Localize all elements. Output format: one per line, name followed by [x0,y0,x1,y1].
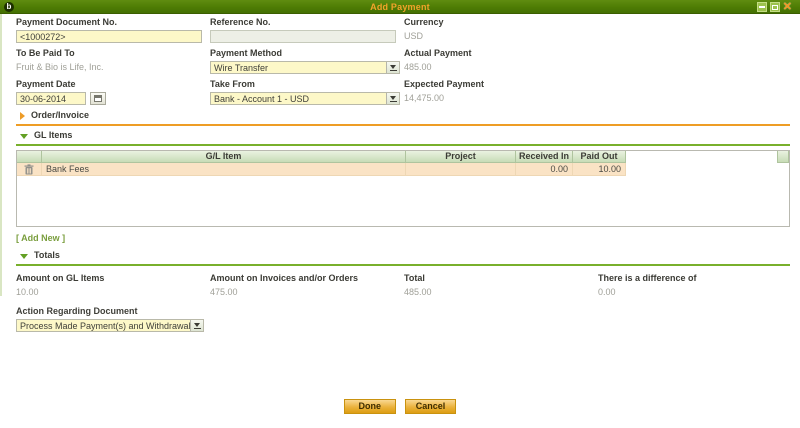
actual-payment-label: Actual Payment [404,48,598,58]
minimize-icon[interactable] [757,2,767,12]
col-header-gl-item[interactable]: G/L Item [42,151,406,163]
field-action-regarding-document: Action Regarding Document Process Made P… [16,306,790,332]
totals-row: Amount on GL Items 10.00 Amount on Invoi… [16,273,790,297]
difference-label: There is a difference of [598,273,790,283]
trash-icon[interactable] [24,164,34,175]
gl-table-empty-area [17,176,789,226]
section-divider [16,124,790,126]
calendar-icon[interactable] [90,92,106,105]
add-new-link[interactable]: [ Add New ] [16,233,65,243]
payment-document-no-input[interactable] [16,30,202,43]
field-reference-no: Reference No. [210,17,404,43]
amount-gl-items-value: 10.00 [16,287,210,297]
amount-invoices-label: Amount on Invoices and/or Orders [210,273,404,283]
collapse-icon [20,134,28,139]
cell-received-in: 0.00 [516,163,573,176]
actual-payment-value: 485.00 [404,62,598,72]
currency-label: Currency [404,17,598,27]
field-to-be-paid-to: To Be Paid To Fruit & Bio is Life, Inc. [16,48,210,74]
gl-items-table: G/L Item Project Received In Paid Out [16,150,790,227]
action-regarding-document-select[interactable]: Process Made Payment(s) and Withdrawal [16,319,204,332]
total-amount-invoices: Amount on Invoices and/or Orders 475.00 [210,273,404,297]
take-from-select[interactable]: Bank - Account 1 - USD [210,92,400,105]
col-header-received-in[interactable]: Received In [516,151,573,163]
titlebar: b Add Payment ✕ [0,0,800,14]
total-difference: There is a difference of 0.00 [598,273,790,297]
expand-icon [20,112,25,120]
total-label: Total [404,273,598,283]
payment-method-value: Wire Transfer [211,63,268,73]
payment-date-label: Payment Date [16,79,210,89]
section-divider [16,264,790,266]
section-totals-label: Totals [34,250,60,262]
col-header-filler [626,151,777,163]
close-icon[interactable]: ✕ [783,2,792,12]
difference-value: 0.00 [598,287,790,297]
section-divider [16,144,790,146]
action-regarding-document-label: Action Regarding Document [16,306,790,316]
section-gl-items[interactable]: GL Items [16,130,790,142]
expected-payment-value: 14,475.00 [404,93,598,103]
section-totals[interactable]: Totals [16,250,790,262]
dialog-left-border [0,14,2,296]
form-row-2: To Be Paid To Fruit & Bio is Life, Inc. … [16,48,790,74]
payment-date-input[interactable] [16,92,86,105]
total-value: 485.00 [404,287,598,297]
collapse-icon [20,254,28,259]
table-scrollbar[interactable] [777,151,789,163]
window-controls: ✕ [757,2,792,12]
window-title: Add Payment [0,2,800,12]
form-row-1: Payment Document No. Reference No. Curre… [16,17,790,43]
payment-method-select[interactable]: Wire Transfer [210,61,400,74]
cell-gl-item: Bank Fees [42,163,406,176]
row-delete-cell[interactable] [17,163,42,176]
field-payment-method: Payment Method Wire Transfer [210,48,404,74]
field-payment-date: Payment Date [16,79,210,105]
footer-buttons: Done Cancel [0,399,800,414]
reference-no-input[interactable] [210,30,396,43]
payment-document-no-label: Payment Document No. [16,17,210,27]
total-total: Total 485.00 [404,273,598,297]
field-take-from: Take From Bank - Account 1 - USD [210,79,404,105]
field-currency: Currency USD [404,17,598,43]
field-payment-document-no: Payment Document No. [16,17,210,43]
form-row-3: Payment Date Take From Bank - Account 1 … [16,79,790,105]
dropdown-arrow-icon [386,93,399,104]
amount-gl-items-label: Amount on GL Items [16,273,210,283]
field-actual-payment: Actual Payment 485.00 [404,48,598,74]
field-expected-payment: Expected Payment 14,475.00 [404,79,598,105]
action-regarding-document-value: Process Made Payment(s) and Withdrawal [17,321,190,331]
cancel-button[interactable]: Cancel [405,399,457,414]
to-be-paid-to-label: To Be Paid To [16,48,210,58]
col-header-project[interactable]: Project [406,151,516,163]
done-button[interactable]: Done [344,399,396,414]
to-be-paid-to-value: Fruit & Bio is Life, Inc. [16,62,210,72]
gl-table-row[interactable]: Bank Fees 0.00 10.00 [17,163,789,176]
amount-invoices-value: 475.00 [210,287,404,297]
currency-value: USD [404,31,598,41]
payment-method-label: Payment Method [210,48,404,58]
cell-project [406,163,516,176]
take-from-value: Bank - Account 1 - USD [211,94,309,104]
dialog-body: Payment Document No. Reference No. Curre… [0,14,800,332]
expected-payment-label: Expected Payment [404,79,598,89]
maximize-icon[interactable] [770,2,780,12]
take-from-label: Take From [210,79,404,89]
col-header-actions [17,151,42,163]
cell-paid-out: 10.00 [573,163,626,176]
gl-table-header: G/L Item Project Received In Paid Out [17,151,789,163]
section-gl-items-label: GL Items [34,130,72,142]
col-header-paid-out[interactable]: Paid Out [573,151,626,163]
total-amount-gl-items: Amount on GL Items 10.00 [16,273,210,297]
section-order-invoice[interactable]: Order/Invoice [16,110,790,122]
reference-no-label: Reference No. [210,17,404,27]
dropdown-arrow-icon [386,62,399,73]
dropdown-arrow-icon [190,320,203,331]
section-order-invoice-label: Order/Invoice [31,110,89,122]
